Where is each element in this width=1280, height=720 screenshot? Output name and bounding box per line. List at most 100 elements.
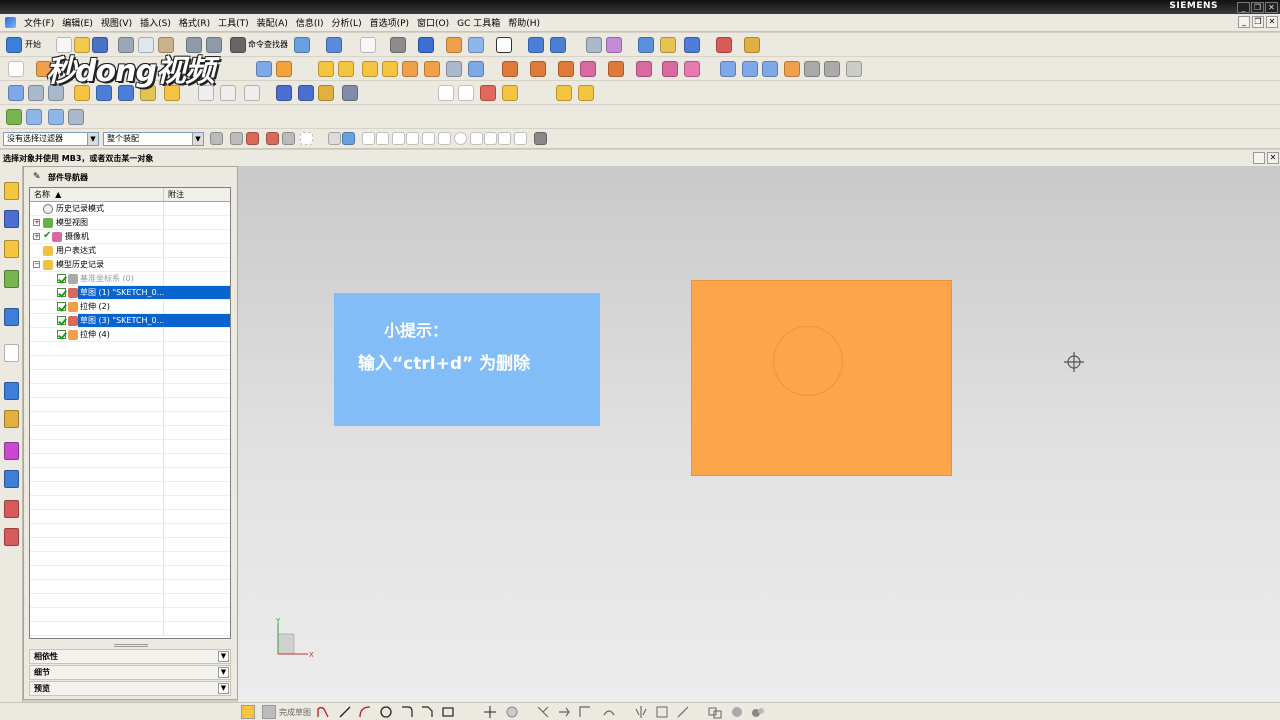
sketch-task-icon[interactable] bbox=[241, 705, 255, 719]
offset-face-icon[interactable] bbox=[636, 61, 652, 77]
component-icon[interactable] bbox=[28, 85, 44, 101]
sketch-circle[interactable] bbox=[773, 326, 843, 396]
menu-preferences[interactable]: 首选项(P) bbox=[366, 16, 413, 29]
wcs-icon[interactable] bbox=[528, 37, 544, 53]
patch-icon[interactable] bbox=[784, 61, 800, 77]
edge-display-icon[interactable] bbox=[446, 37, 462, 53]
menu-window[interactable]: 窗口(O) bbox=[413, 16, 453, 29]
expand-icon[interactable]: + bbox=[33, 233, 40, 240]
snap-icon[interactable] bbox=[660, 37, 676, 53]
collapse-icon[interactable]: − bbox=[33, 261, 40, 268]
status-close-button[interactable]: ✕ bbox=[1267, 152, 1279, 164]
triangle-icon[interactable] bbox=[438, 85, 454, 101]
blend-icon[interactable] bbox=[424, 61, 440, 77]
shell-icon[interactable] bbox=[468, 61, 484, 77]
snap-tangent-icon[interactable] bbox=[438, 132, 451, 145]
snap-intersect-icon[interactable] bbox=[406, 132, 419, 145]
web-browser-icon[interactable] bbox=[4, 308, 19, 326]
sketch-icon[interactable] bbox=[8, 61, 24, 77]
snap-center-icon[interactable] bbox=[454, 132, 467, 145]
filter-settings-icon[interactable] bbox=[210, 132, 223, 145]
tree-row-history-mode[interactable]: 历史记录模式 bbox=[30, 202, 230, 216]
menu-view[interactable]: 视图(V) bbox=[97, 16, 136, 29]
assembly-icon[interactable] bbox=[8, 85, 24, 101]
gear-icon[interactable] bbox=[556, 85, 572, 101]
start-button[interactable]: 开始 bbox=[25, 39, 41, 50]
menu-file[interactable]: 文件(F) bbox=[20, 16, 58, 29]
expand-icon[interactable]: + bbox=[33, 219, 40, 226]
arc-icon[interactable] bbox=[358, 705, 372, 719]
measure-icon[interactable] bbox=[638, 37, 654, 53]
mirror-curve-icon[interactable] bbox=[634, 705, 648, 719]
snap-on-face-icon[interactable] bbox=[514, 132, 527, 145]
select-all-icon[interactable] bbox=[230, 132, 243, 145]
offset-region-icon[interactable] bbox=[68, 109, 84, 125]
doc-minimize-button[interactable]: _ bbox=[1238, 16, 1250, 28]
trim-body-icon[interactable] bbox=[580, 61, 596, 77]
menu-insert[interactable]: 插入(S) bbox=[136, 16, 175, 29]
menu-information[interactable]: 信息(I) bbox=[292, 16, 328, 29]
window-icon[interactable] bbox=[294, 37, 310, 53]
layer-icon[interactable] bbox=[586, 37, 602, 53]
touch-mode-icon[interactable] bbox=[326, 37, 342, 53]
fillet-icon[interactable] bbox=[400, 705, 414, 719]
line-icon[interactable] bbox=[338, 705, 352, 719]
circle-icon[interactable] bbox=[379, 705, 393, 719]
menu-tools[interactable]: 工具(T) bbox=[214, 16, 253, 29]
finish-sketch-icon[interactable] bbox=[262, 705, 276, 719]
start-icon[interactable] bbox=[6, 37, 22, 53]
section-preview[interactable]: 预览 ▼ bbox=[29, 681, 231, 696]
roles-icon[interactable] bbox=[4, 442, 19, 460]
system-scene-icon[interactable] bbox=[4, 470, 19, 488]
pattern-icon[interactable] bbox=[684, 61, 700, 77]
fit-icon[interactable] bbox=[360, 37, 376, 53]
point-set-icon[interactable] bbox=[480, 85, 496, 101]
chevron-down-icon[interactable]: ▼ bbox=[218, 651, 229, 662]
part-navigator-icon[interactable] bbox=[4, 240, 19, 258]
background-icon[interactable] bbox=[496, 37, 512, 53]
spring-icon[interactable] bbox=[578, 85, 594, 101]
minimize-button[interactable]: _ bbox=[1237, 2, 1250, 13]
finish-sketch-button[interactable]: 完成草图 bbox=[279, 707, 311, 718]
sew-icon[interactable] bbox=[762, 61, 778, 77]
show-hide-icon[interactable] bbox=[328, 132, 341, 145]
tree-row-sketch-3[interactable]: 草图 (3) "SKETCH_0... bbox=[30, 314, 230, 328]
face-rule-icon[interactable] bbox=[282, 132, 295, 145]
column-header-name[interactable]: 名称 ▲ bbox=[30, 188, 164, 201]
snap-arc-icon[interactable] bbox=[422, 132, 435, 145]
checkbox-icon[interactable] bbox=[57, 302, 66, 311]
move-object-icon[interactable] bbox=[550, 37, 566, 53]
model-body[interactable] bbox=[691, 280, 952, 476]
revolve-icon[interactable] bbox=[256, 61, 272, 77]
analysis-icon[interactable] bbox=[606, 37, 622, 53]
check-icon[interactable] bbox=[6, 109, 22, 125]
visualization-icon[interactable] bbox=[4, 500, 19, 518]
menu-assembly[interactable]: 装配(A) bbox=[253, 16, 292, 29]
render-style-icon[interactable] bbox=[418, 37, 434, 53]
assembly-navigator-icon[interactable] bbox=[4, 182, 19, 200]
snap-control-icon[interactable] bbox=[392, 132, 405, 145]
cylinder-icon[interactable] bbox=[276, 85, 292, 101]
curve-rule-icon[interactable] bbox=[266, 132, 279, 145]
expression-icon[interactable] bbox=[502, 85, 518, 101]
pull-face-icon[interactable] bbox=[48, 109, 64, 125]
column-header-note[interactable]: 附注 bbox=[164, 188, 184, 201]
select-icon[interactable] bbox=[684, 37, 700, 53]
tree-row-user-expressions[interactable]: 用户表达式 bbox=[30, 244, 230, 258]
polygon-icon[interactable] bbox=[505, 705, 519, 719]
distance-icon[interactable] bbox=[716, 37, 732, 53]
snap-mid-icon[interactable] bbox=[376, 132, 389, 145]
boss-icon[interactable] bbox=[318, 61, 334, 77]
history-icon[interactable] bbox=[4, 344, 19, 362]
snap-point-icon[interactable] bbox=[484, 132, 497, 145]
pin-icon[interactable]: ✎ bbox=[33, 172, 41, 182]
intersect-icon[interactable] bbox=[558, 61, 574, 77]
sphere-icon[interactable] bbox=[342, 85, 358, 101]
body-filter-icon[interactable] bbox=[342, 132, 355, 145]
deselect-icon[interactable] bbox=[246, 132, 259, 145]
chevron-down-icon[interactable]: ▼ bbox=[218, 683, 229, 694]
edit-feature-icon[interactable] bbox=[804, 61, 820, 77]
checkbox-icon[interactable] bbox=[57, 274, 66, 283]
tree-row-sketch-1[interactable]: 草图 (1) "SKETCH_0... bbox=[30, 286, 230, 300]
snap-quadrant-icon[interactable] bbox=[470, 132, 483, 145]
